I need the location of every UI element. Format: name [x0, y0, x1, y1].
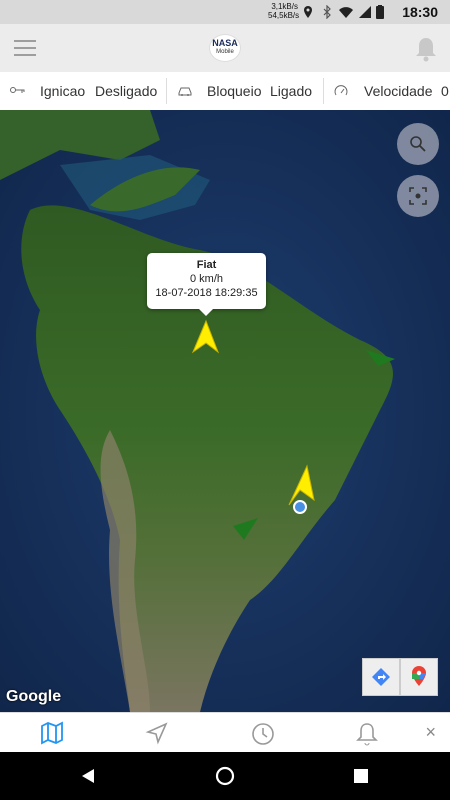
map-icon[interactable]: [40, 721, 64, 745]
vehicle-popup[interactable]: Fiat 0 km/h 18-07-2018 18:29:35: [147, 253, 266, 316]
popup-timestamp: 18-07-2018 18:29:35: [155, 287, 258, 299]
vehicle-marker-green[interactable]: [366, 350, 395, 366]
back-icon[interactable]: [80, 768, 96, 784]
bottom-navigation: ×: [0, 712, 450, 753]
google-maps-icon: [412, 666, 426, 686]
vehicle-marker-fiat[interactable]: [191, 319, 220, 354]
system-navigation: [0, 752, 450, 800]
vehicle-marker-green[interactable]: [233, 518, 258, 540]
directions-icon: [372, 668, 390, 686]
directions-button[interactable]: [362, 658, 400, 696]
my-location-dot: [293, 500, 307, 514]
open-maps-button[interactable]: [400, 658, 438, 696]
navigation-icon[interactable]: [145, 721, 169, 745]
vehicle-marker-yellow[interactable]: [288, 464, 315, 506]
close-button[interactable]: ×: [425, 722, 436, 743]
popup-title: Fiat: [196, 259, 217, 271]
history-icon[interactable]: [250, 721, 276, 747]
google-attribution: Google: [6, 688, 62, 705]
bell-icon[interactable]: [355, 721, 379, 747]
home-icon[interactable]: [215, 766, 235, 786]
popup-speed: 0 km/h: [189, 273, 223, 285]
recents-icon[interactable]: [353, 768, 369, 784]
